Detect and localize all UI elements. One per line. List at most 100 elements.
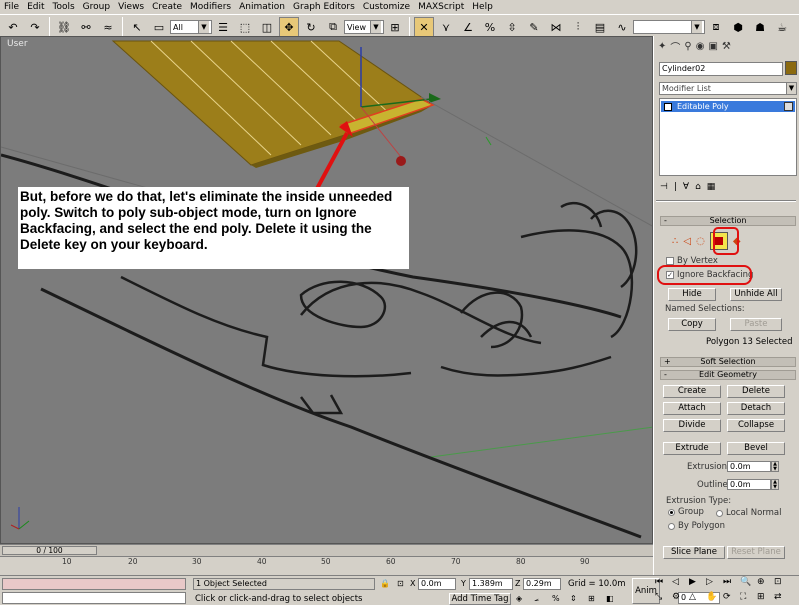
- lock-icon[interactable]: 🔒: [380, 579, 390, 588]
- slice-plane-button[interactable]: Slice Plane: [663, 546, 725, 559]
- window-crossing-toggle-icon[interactable]: ⊞: [588, 594, 595, 603]
- object-color-swatch[interactable]: [785, 61, 797, 75]
- key-mode-icon[interactable]: ⤡: [655, 592, 669, 605]
- absolute-mode-icon[interactable]: ⊡: [397, 579, 404, 588]
- copy-button[interactable]: Copy: [668, 318, 716, 331]
- border-mode-icon[interactable]: ◌: [696, 236, 705, 247]
- go-to-end-icon[interactable]: ⏭: [723, 577, 737, 591]
- pivot-icon[interactable]: ⊞: [385, 17, 405, 37]
- orbit-icon[interactable]: ⟳: [723, 592, 737, 605]
- snap-toggle-icon[interactable]: ◈: [516, 594, 522, 603]
- time-config-icon[interactable]: ⚙: [672, 592, 686, 605]
- viewport-user[interactable]: User: [0, 36, 653, 544]
- scale-icon[interactable]: ⧉: [323, 17, 343, 37]
- ref-coord-dropdown[interactable]: View ▼: [344, 20, 384, 34]
- vertex-mode-icon[interactable]: ∴: [672, 236, 678, 247]
- menu-help[interactable]: Help: [468, 0, 497, 14]
- remove-modifier-icon[interactable]: ⌂: [695, 182, 701, 196]
- angle-snap-toggle-icon[interactable]: ⦟: [534, 594, 539, 604]
- render-setup-icon[interactable]: ☗: [750, 17, 770, 37]
- reset-plane-button[interactable]: Reset Plane: [727, 546, 785, 559]
- previous-frame-icon[interactable]: ◁: [672, 577, 686, 591]
- extrusion-spinner[interactable]: 0.0m ▲ ▼: [727, 461, 779, 472]
- percent-snap-icon[interactable]: %: [480, 17, 500, 37]
- menu-animation[interactable]: Animation: [235, 0, 289, 14]
- z-coordinate-field[interactable]: 0.29m: [523, 578, 561, 590]
- paste-button[interactable]: Paste: [730, 318, 782, 331]
- zoom-all-icon[interactable]: ⊕: [757, 577, 771, 591]
- rotate-icon[interactable]: ↻: [301, 17, 321, 37]
- next-frame-icon[interactable]: ▷: [706, 577, 720, 591]
- move-icon[interactable]: ✥: [279, 17, 299, 37]
- pan-icon[interactable]: ✋: [706, 592, 720, 605]
- modify-tab-icon[interactable]: ⌒: [670, 39, 680, 54]
- snap-icon[interactable]: ⋎: [436, 17, 456, 37]
- menu-graph-editors[interactable]: Graph Editors: [289, 0, 359, 14]
- percent-snap-toggle-icon[interactable]: %: [552, 594, 560, 603]
- pin-stack-icon[interactable]: ⊣: [660, 182, 668, 196]
- soft-selection-rollout-header[interactable]: + Soft Selection: [660, 357, 796, 367]
- go-to-start-icon[interactable]: ⏮: [655, 577, 669, 591]
- select-icon[interactable]: ↖: [127, 17, 147, 37]
- selection-rollout-header[interactable]: - Selection: [660, 216, 796, 226]
- unlink-icon[interactable]: ⚯: [76, 17, 96, 37]
- configure-sets-icon[interactable]: ▦: [707, 182, 716, 196]
- maxscript-listener-mini[interactable]: [2, 578, 186, 590]
- display-tab-icon[interactable]: ▣: [708, 41, 717, 52]
- time-slider[interactable]: 0 / 100: [2, 546, 97, 555]
- edge-mode-icon[interactable]: ◁: [683, 236, 691, 247]
- viewport-label[interactable]: User: [7, 39, 28, 49]
- curve-editor-icon[interactable]: ∿: [612, 17, 632, 37]
- angle-snap-icon[interactable]: ∠: [458, 17, 478, 37]
- redo-icon[interactable]: ↷: [25, 17, 45, 37]
- x-coordinate-field[interactable]: 0.0m: [418, 578, 456, 590]
- menu-edit[interactable]: Edit: [23, 0, 48, 14]
- zoom-extents-all-icon[interactable]: ⊞: [757, 592, 771, 605]
- attach-button[interactable]: Attach: [663, 402, 721, 415]
- play-icon[interactable]: ▶: [689, 577, 703, 591]
- menu-file[interactable]: File: [0, 0, 23, 14]
- edit-named-selection-icon[interactable]: ✎: [524, 17, 544, 37]
- select-by-name-icon[interactable]: ☰: [213, 17, 233, 37]
- layers-icon[interactable]: ▤: [590, 17, 610, 37]
- object-name-field[interactable]: Cylinder02: [659, 62, 783, 76]
- bevel-button[interactable]: Bevel: [727, 442, 785, 455]
- detach-button[interactable]: Detach: [727, 402, 785, 415]
- maxscript-input-mini[interactable]: [2, 592, 186, 604]
- menu-modifiers[interactable]: Modifiers: [186, 0, 235, 14]
- schematic-view-icon[interactable]: ⧈: [706, 17, 726, 37]
- hierarchy-tab-icon[interactable]: ⚲: [684, 41, 691, 52]
- outline-spinner[interactable]: 0.0m ▲ ▼: [727, 479, 779, 490]
- show-end-result-icon[interactable]: |: [674, 182, 677, 196]
- mirror-icon[interactable]: ⋈: [546, 17, 566, 37]
- extrude-button[interactable]: Extrude: [663, 442, 721, 455]
- y-coordinate-field[interactable]: 1.389m: [469, 578, 513, 590]
- align-icon[interactable]: ⫶: [568, 17, 588, 37]
- quick-render-icon[interactable]: ☕: [772, 17, 792, 37]
- degradation-override-icon[interactable]: ◧: [606, 594, 614, 603]
- make-unique-icon[interactable]: ∀: [683, 182, 689, 196]
- field-of-view-icon[interactable]: △: [689, 592, 703, 605]
- menu-tools[interactable]: Tools: [49, 0, 79, 14]
- local-normal-radio[interactable]: Local Normal: [716, 508, 782, 518]
- window-crossing-icon[interactable]: ◫: [257, 17, 277, 37]
- select-region-icon[interactable]: ▭: [149, 17, 169, 37]
- by-polygon-radio[interactable]: By Polygon: [668, 521, 725, 531]
- menu-customize[interactable]: Customize: [359, 0, 414, 14]
- named-selection-dropdown[interactable]: ▼: [633, 20, 705, 34]
- link-icon[interactable]: ⛓: [54, 17, 74, 37]
- select-manipulate-icon[interactable]: ✕: [414, 17, 434, 37]
- group-radio[interactable]: Group: [668, 507, 704, 517]
- collapse-button[interactable]: Collapse: [727, 419, 785, 432]
- menu-views[interactable]: Views: [114, 0, 148, 14]
- rectangular-region-icon[interactable]: ⬚: [235, 17, 255, 37]
- add-time-tag-button[interactable]: Add Time Tag: [449, 593, 511, 605]
- material-editor-icon[interactable]: ⬢: [728, 17, 748, 37]
- hide-button[interactable]: Hide: [668, 288, 716, 301]
- walkthrough-icon[interactable]: ⇄: [774, 592, 788, 605]
- unhide-all-button[interactable]: Unhide All: [730, 288, 782, 301]
- create-tab-icon[interactable]: ✦: [658, 41, 666, 52]
- menu-create[interactable]: Create: [148, 0, 186, 14]
- create-button[interactable]: Create: [663, 385, 721, 398]
- divide-button[interactable]: Divide: [663, 419, 721, 432]
